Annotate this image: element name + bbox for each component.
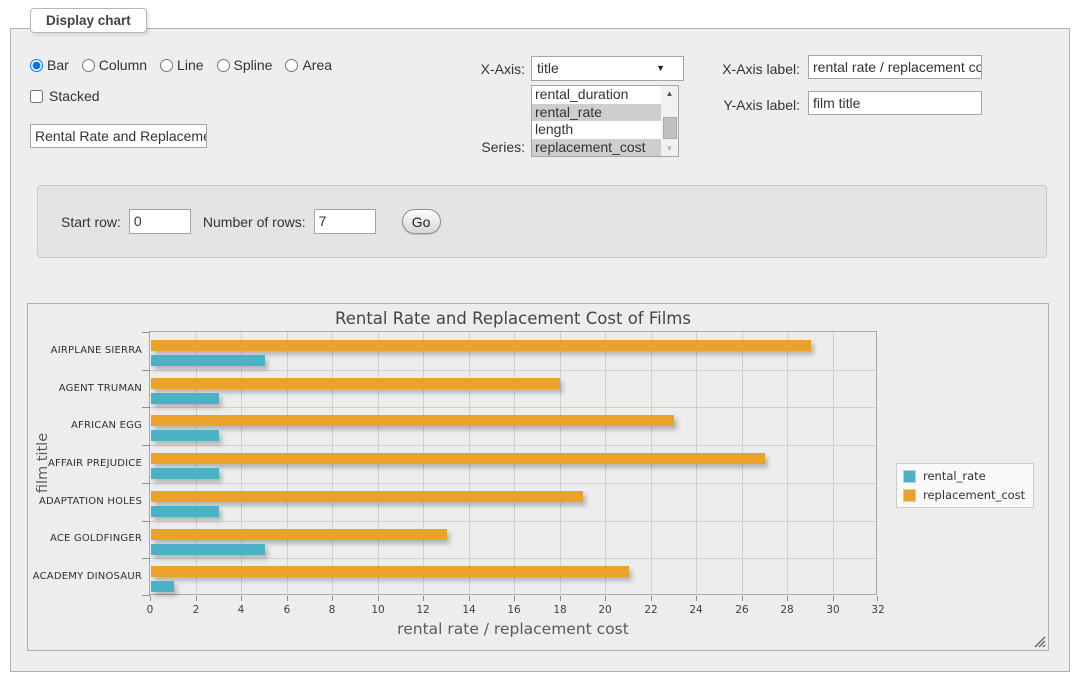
chart-container: Rental Rate and Replacement Cost of Film… bbox=[27, 303, 1049, 651]
chevron-down-icon: ▼ bbox=[656, 57, 665, 80]
chart-type-column[interactable]: Column bbox=[82, 57, 147, 73]
scroll-down-icon[interactable]: ▼ bbox=[661, 141, 678, 156]
display-chart-page: Display chart Bar Column Line Spline Are… bbox=[0, 0, 1081, 681]
legend-item-replacement-cost: replacement_cost bbox=[903, 488, 1025, 502]
plot-area: 02468101214161820222426283032AIRPLANE SI… bbox=[149, 331, 877, 595]
xaxis-select-label: X-Axis: bbox=[430, 61, 525, 77]
series-listbox[interactable]: rental_duration rental_rate length repla… bbox=[531, 85, 679, 157]
chart-legend: rental_rate replacement_cost bbox=[896, 463, 1034, 508]
yaxis-label-input[interactable]: film title bbox=[808, 91, 982, 115]
chart-type-area-label: Area bbox=[302, 57, 332, 73]
series-option-rental-duration[interactable]: rental_duration bbox=[532, 86, 661, 104]
chart-type-column-label: Column bbox=[99, 57, 147, 73]
bar-rental_rate bbox=[151, 430, 219, 441]
bar-rental_rate bbox=[151, 393, 219, 404]
rows-panel: Start row: 0 Number of rows: 7 Go bbox=[37, 185, 1047, 258]
legend-swatch-rental-rate bbox=[903, 470, 916, 483]
chart-title: Rental Rate and Replacement Cost of Film… bbox=[149, 309, 877, 328]
chart-title-input[interactable]: Rental Rate and Replacement Cost of Film… bbox=[30, 124, 207, 148]
scroll-up-icon[interactable]: ▲ bbox=[661, 86, 678, 101]
chart-type-bar-label: Bar bbox=[47, 57, 69, 73]
chart-type-bar[interactable]: Bar bbox=[30, 57, 69, 73]
bar-rental_rate bbox=[151, 468, 219, 479]
scrollbar-thumb[interactable] bbox=[663, 117, 677, 139]
stacked-checkbox-row: Stacked bbox=[30, 88, 100, 104]
chart-type-line-radio[interactable] bbox=[160, 59, 173, 72]
start-row-label: Start row: bbox=[61, 214, 121, 230]
bar-replacement_cost bbox=[151, 340, 811, 351]
bar-rental_rate bbox=[151, 544, 265, 555]
xaxis-label-input[interactable]: rental rate / replacement cost bbox=[808, 55, 982, 79]
num-rows-label: Number of rows: bbox=[203, 214, 306, 230]
legend-label-replacement-cost: replacement_cost bbox=[923, 488, 1025, 502]
chart-type-line[interactable]: Line bbox=[160, 57, 203, 73]
series-option-rental-rate[interactable]: rental_rate bbox=[532, 104, 661, 122]
xaxis-label-field-label: X-Axis label: bbox=[688, 61, 800, 77]
chart-type-spline-label: Spline bbox=[234, 57, 273, 73]
bar-rental_rate bbox=[151, 355, 265, 366]
stacked-label: Stacked bbox=[49, 88, 100, 104]
start-row-input[interactable]: 0 bbox=[129, 209, 191, 234]
chart-type-column-radio[interactable] bbox=[82, 59, 95, 72]
series-select-label: Series: bbox=[430, 139, 525, 155]
bar-replacement_cost bbox=[151, 378, 560, 389]
xaxis-select[interactable]: title ▼ bbox=[531, 56, 684, 81]
listbox-scrollbar[interactable]: ▲ ▼ bbox=[661, 86, 678, 156]
stacked-checkbox[interactable] bbox=[30, 90, 43, 103]
bar-replacement_cost bbox=[151, 415, 674, 426]
bar-rental_rate bbox=[151, 581, 174, 592]
resize-handle-icon[interactable] bbox=[1034, 636, 1046, 648]
chart-type-bar-radio[interactable] bbox=[30, 59, 43, 72]
bar-replacement_cost bbox=[151, 566, 629, 577]
xaxis-selected-value: title bbox=[537, 57, 559, 80]
chart-x-axis-title: rental rate / replacement cost bbox=[149, 620, 877, 638]
series-option-length[interactable]: length bbox=[532, 121, 661, 139]
chart-type-area-radio[interactable] bbox=[285, 59, 298, 72]
series-option-replacement-cost[interactable]: replacement_cost bbox=[532, 139, 661, 157]
num-rows-input[interactable]: 7 bbox=[314, 209, 376, 234]
chart-type-area[interactable]: Area bbox=[285, 57, 332, 73]
chart-type-spline-radio[interactable] bbox=[217, 59, 230, 72]
bar-rental_rate bbox=[151, 506, 219, 517]
chart-type-radio-group: Bar Column Line Spline Area bbox=[30, 57, 332, 73]
chart-type-spline[interactable]: Spline bbox=[217, 57, 273, 73]
bar-replacement_cost bbox=[151, 529, 447, 540]
legend-swatch-replacement-cost bbox=[903, 489, 916, 502]
go-button[interactable]: Go bbox=[402, 209, 441, 234]
bar-replacement_cost bbox=[151, 491, 583, 502]
legend-item-rental-rate: rental_rate bbox=[903, 469, 1025, 483]
chart-type-line-label: Line bbox=[177, 57, 203, 73]
yaxis-label-field-label: Y-Axis label: bbox=[688, 97, 800, 113]
legend-label-rental-rate: rental_rate bbox=[923, 469, 986, 483]
fieldset-legend: Display chart bbox=[30, 8, 147, 33]
bar-replacement_cost bbox=[151, 453, 765, 464]
